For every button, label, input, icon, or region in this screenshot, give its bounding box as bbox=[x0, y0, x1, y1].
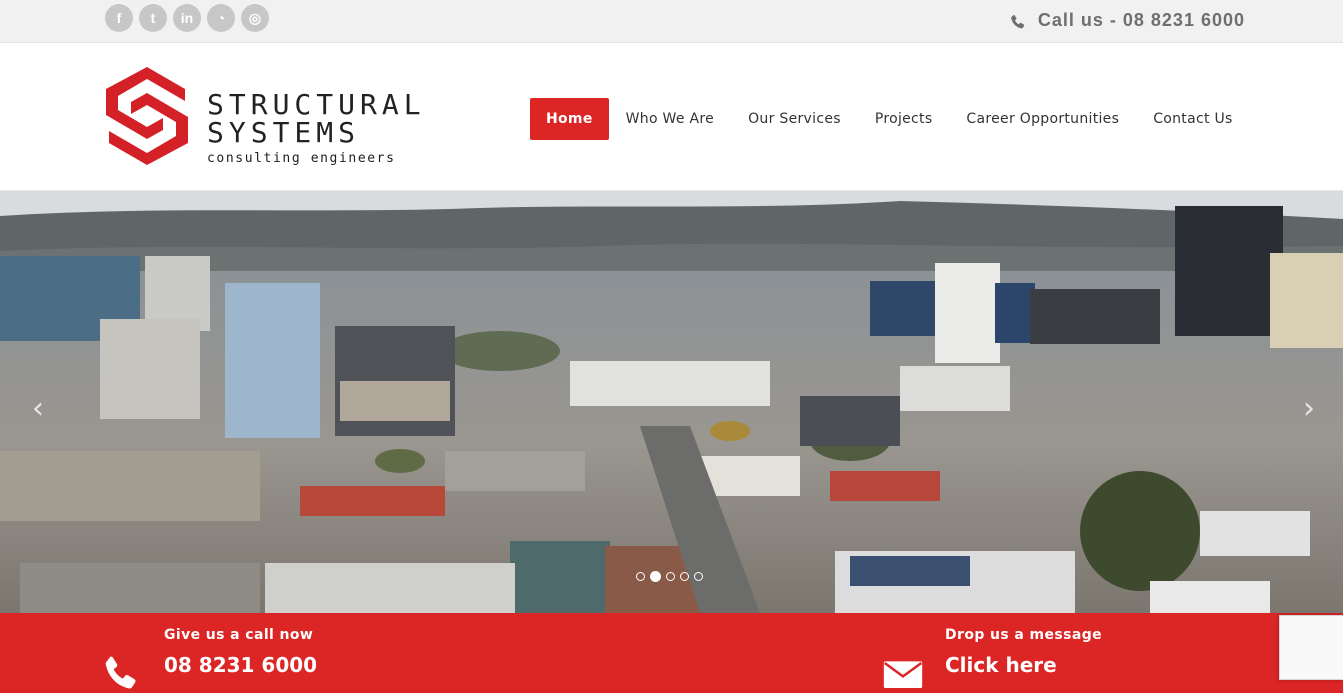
envelope-icon bbox=[883, 661, 923, 688]
logo-mark-icon bbox=[106, 67, 188, 165]
message-cta-link: Click here bbox=[945, 653, 1057, 677]
call-us-text: Call us - 08 8231 6000 bbox=[1037, 9, 1245, 30]
social-links: f t in ◔ ◎ bbox=[105, 4, 269, 32]
nav-home[interactable]: Home bbox=[530, 98, 609, 140]
nav-career-opportunities[interactable]: Career Opportunities bbox=[949, 98, 1136, 140]
top-bar: f t in ◔ ◎ Call us - 08 8231 6000 bbox=[0, 0, 1343, 43]
site-header: STRUCTURAL SYSTEMS consulting engineers … bbox=[0, 43, 1343, 191]
call-cta-number: 08 8231 6000 bbox=[164, 653, 318, 677]
instagram-icon[interactable]: ◎ bbox=[241, 4, 269, 32]
call-cta[interactable]: Give us a call now 08 8231 6000 bbox=[102, 627, 317, 693]
slider-dot-5[interactable] bbox=[694, 572, 703, 581]
slider-dot-2[interactable] bbox=[650, 571, 661, 582]
slider-dot-4[interactable] bbox=[680, 572, 689, 581]
slider-prev-button[interactable]: ‹ bbox=[32, 391, 44, 426]
slider-next-button[interactable]: › bbox=[1303, 391, 1315, 426]
recaptcha-badge[interactable] bbox=[1279, 615, 1343, 680]
site-logo[interactable]: STRUCTURAL SYSTEMS consulting engineers bbox=[103, 67, 426, 166]
phone-icon bbox=[105, 656, 136, 689]
linkedin-icon[interactable]: in bbox=[173, 4, 201, 32]
slider-pagination bbox=[636, 571, 703, 582]
phone-icon bbox=[1011, 14, 1025, 29]
hero-cityscape-image bbox=[0, 191, 1343, 613]
nav-our-services[interactable]: Our Services bbox=[731, 98, 858, 140]
contact-cta-bar: Give us a call now 08 8231 6000 Drop us … bbox=[0, 613, 1343, 693]
twitter-icon[interactable]: t bbox=[139, 4, 167, 32]
message-cta[interactable]: Drop us a message Click here bbox=[883, 627, 1102, 693]
logo-tagline: consulting engineers bbox=[207, 151, 396, 166]
logo-line-structural: STRUCTURAL bbox=[207, 88, 426, 121]
nav-contact-us[interactable]: Contact Us bbox=[1136, 98, 1249, 140]
slider-dot-1[interactable] bbox=[636, 572, 645, 581]
slider-dot-3[interactable] bbox=[666, 572, 675, 581]
main-nav: Home Who We Are Our Services Projects Ca… bbox=[530, 98, 1250, 140]
logo-wordmark: STRUCTURAL SYSTEMS consulting engineers bbox=[207, 88, 426, 167]
logo-line-systems: SYSTEMS bbox=[207, 116, 361, 149]
nav-projects[interactable]: Projects bbox=[858, 98, 950, 140]
call-us[interactable]: Call us - 08 8231 6000 bbox=[1008, 7, 1245, 33]
hero-slider: ‹ › bbox=[0, 191, 1343, 613]
nav-who-we-are[interactable]: Who We Are bbox=[609, 98, 731, 140]
wechat-icon[interactable]: ◔ bbox=[207, 4, 235, 32]
facebook-icon[interactable]: f bbox=[105, 4, 133, 32]
